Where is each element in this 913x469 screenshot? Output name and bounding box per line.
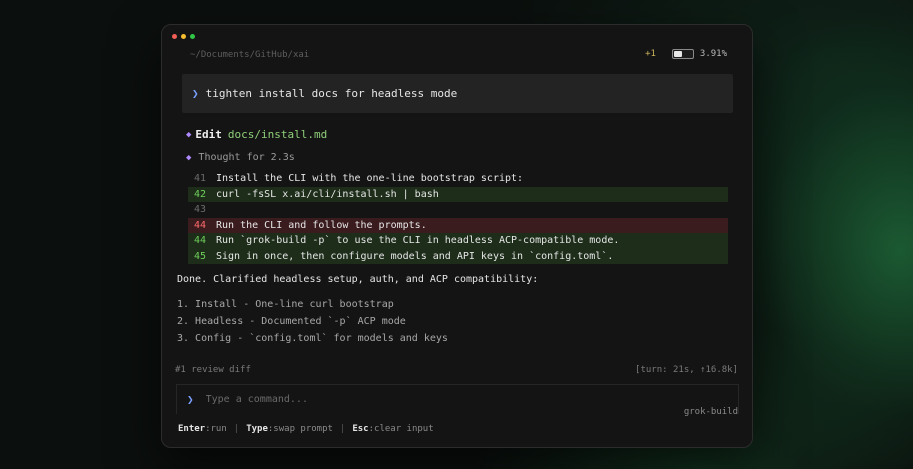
diff-line-number: 44 xyxy=(194,235,207,247)
agent-label: grok-build xyxy=(683,407,738,417)
diff-row-added: 44 Run `grok-build -p` to use the CLI in… xyxy=(188,233,728,249)
diff-row-removed: 44 Run the CLI and follow the prompts. xyxy=(188,217,728,233)
command-input[interactable] xyxy=(205,394,586,405)
hint-desc-enter: :run xyxy=(205,424,227,434)
hint-key-esc: Esc xyxy=(352,424,369,434)
diff-view: 41 Install the CLI with the one-line boo… xyxy=(188,171,728,264)
hint-key-enter: Enter xyxy=(178,424,206,434)
chevron-right-icon: ❯ xyxy=(187,393,194,406)
changes-count: +1 xyxy=(645,49,656,59)
edit-header: ◆ Edit docs/install.md xyxy=(186,128,327,141)
diff-line-number: 44 xyxy=(194,219,207,231)
list-item: 2. Headless - Documented `-p` ACP mode xyxy=(177,316,406,327)
user-prompt: ❯ tighten install docs for headless mode xyxy=(182,74,733,113)
turn-label: #1 review diff xyxy=(175,365,251,375)
list-item: 3. Config - `config.toml` for models and… xyxy=(177,333,448,344)
diff-row-added: 42 curl -fsSL x.ai/cli/install.sh | bash xyxy=(188,186,728,202)
diff-row-added: 45 Sign in once, then configure models a… xyxy=(188,248,728,264)
diff-row: 43 xyxy=(188,202,728,218)
maximize-window-button[interactable] xyxy=(190,34,195,39)
diamond-icon: ◆ xyxy=(186,129,192,140)
terminal-window: ~/Documents/GitHub/xai +1 3.91% ❯ tighte… xyxy=(161,24,753,448)
close-window-button[interactable] xyxy=(172,34,177,39)
context-usage-bar xyxy=(671,49,694,59)
chevron-right-icon: ❯ xyxy=(192,87,199,100)
diff-line-text: Install the CLI with the one-line bootst… xyxy=(216,173,524,185)
thought-text: Thought for 2.3s xyxy=(198,152,295,163)
hint-desc-esc: :clear input xyxy=(368,424,434,434)
hint-key-type: Type xyxy=(246,424,268,434)
diff-line-number: 41 xyxy=(194,173,207,185)
diff-line-text: curl -fsSL x.ai/cli/install.sh | bash xyxy=(216,188,439,200)
turn-stats: [turn: 21s, ↑16.8k] xyxy=(635,365,738,375)
summary-list: 1. Install - One-line curl bootstrap 2. … xyxy=(177,296,448,347)
list-item: 1. Install - One-line curl bootstrap xyxy=(177,299,394,310)
diff-line-number: 45 xyxy=(194,250,207,262)
edit-label: Edit xyxy=(195,128,222,141)
context-usage-percent: 3.91% xyxy=(699,49,727,59)
working-directory: ~/Documents/GitHub/xai xyxy=(190,50,310,60)
hint-desc-type: :swap prompt xyxy=(267,424,333,434)
diff-line-text: Run `grok-build -p` to use the CLI in he… xyxy=(216,235,620,247)
command-input-box: ❯ xyxy=(176,384,739,414)
summary-text: Done. Clarified headless setup, auth, an… xyxy=(177,274,539,285)
diff-line-number: 43 xyxy=(194,204,207,216)
keyboard-hints: Enter :run | Type :swap prompt | Esc :cl… xyxy=(178,424,434,434)
minimize-window-button[interactable] xyxy=(181,34,186,39)
diff-line-text: Sign in once, then configure models and … xyxy=(216,250,614,262)
diamond-icon: ◆ xyxy=(186,152,192,163)
thought-status: ◆ Thought for 2.3s xyxy=(186,152,295,163)
diff-row: 41 Install the CLI with the one-line boo… xyxy=(188,171,728,187)
prompt-text: tighten install docs for headless mode xyxy=(205,87,458,100)
session-stats: +1 3.91% xyxy=(645,49,727,59)
hint-separator: | xyxy=(233,424,240,434)
diff-line-text: Run the CLI and follow the prompts. xyxy=(216,219,427,231)
context-usage-fill xyxy=(673,51,682,57)
edit-file-link[interactable]: docs/install.md xyxy=(228,128,327,141)
diff-line-number: 42 xyxy=(194,188,207,200)
window-controls xyxy=(172,34,195,39)
hint-separator: | xyxy=(339,424,346,434)
